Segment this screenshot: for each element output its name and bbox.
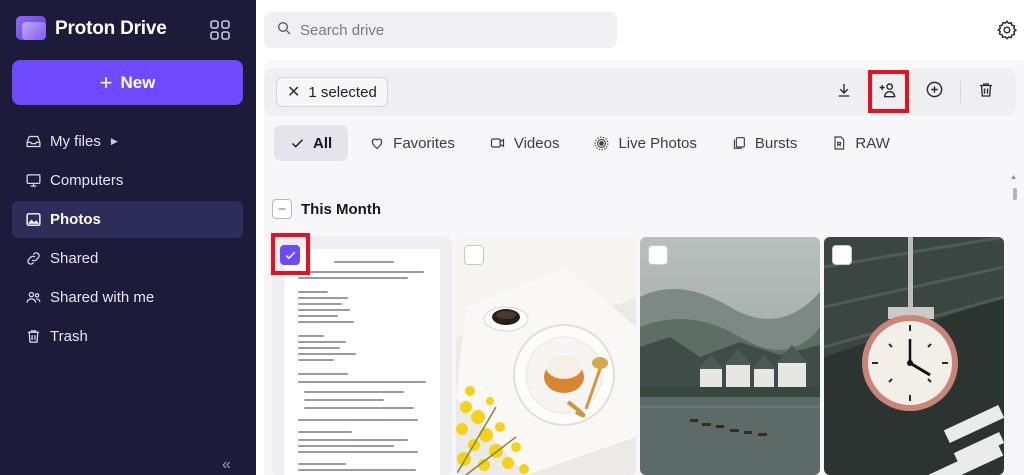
- tab-raw[interactable]: RAW: [818, 125, 902, 161]
- raw-icon: [831, 135, 847, 151]
- sidebar-item-label: Shared with me: [50, 289, 155, 306]
- lake-photo: [640, 237, 820, 475]
- search-input[interactable]: [300, 21, 600, 39]
- photos-panel: ✕ 1 selected All Favorites Videos Live P…: [264, 60, 1024, 475]
- new-button[interactable]: + New: [12, 60, 243, 105]
- brand-name: Proton Drive: [55, 18, 167, 39]
- tab-label: Favorites: [393, 134, 455, 152]
- live-photo-icon: [593, 135, 610, 152]
- tab-label: Videos: [513, 134, 560, 152]
- section-header: This Month: [272, 199, 381, 219]
- download-button[interactable]: [828, 77, 860, 107]
- video-icon: [489, 135, 506, 151]
- bursts-icon: [731, 135, 747, 151]
- clock-photo: [824, 237, 1004, 475]
- sidebar-item-label: Photos: [50, 211, 101, 228]
- selection-count: 1 selected: [308, 83, 377, 101]
- selection-toolbar: ✕ 1 selected: [264, 69, 1016, 115]
- trash-icon: [24, 328, 42, 346]
- sidebar-item-computers[interactable]: Computers: [12, 162, 243, 199]
- delete-button[interactable]: [970, 77, 1002, 107]
- section-title: This Month: [301, 200, 381, 218]
- photo-tile-lake[interactable]: [640, 237, 820, 475]
- add-circle-icon: [925, 80, 944, 104]
- new-button-label: New: [120, 72, 156, 92]
- photo-select-checkbox[interactable]: [832, 245, 852, 265]
- gear-icon[interactable]: [996, 19, 1018, 41]
- collapse-sidebar-icon[interactable]: «: [222, 456, 231, 474]
- heart-icon: [369, 135, 385, 151]
- sidebar-item-label: Shared: [50, 250, 99, 267]
- toolbar-divider: [960, 81, 961, 103]
- link-icon: [24, 250, 42, 268]
- search-bar[interactable]: [264, 12, 617, 48]
- sidebar-item-photos[interactable]: Photos: [12, 201, 243, 238]
- tab-all[interactable]: All: [274, 125, 349, 161]
- highlight-box: [271, 233, 310, 275]
- scroll-up-arrow[interactable]: ▲: [1010, 174, 1017, 181]
- filter-tabs: All Favorites Videos Live Photos Bursts …: [274, 125, 911, 161]
- close-icon: ✕: [287, 84, 301, 101]
- check-icon: [290, 136, 305, 151]
- inbox-icon: [24, 133, 42, 151]
- image-icon: [24, 211, 42, 229]
- coffee-photo: [456, 237, 636, 475]
- brand[interactable]: Proton Drive: [16, 16, 167, 42]
- sidebar: Proton Drive + New My files ▶ Computers: [0, 0, 256, 475]
- photo-select-checkbox[interactable]: [648, 245, 668, 265]
- tab-label: Bursts: [754, 134, 798, 152]
- proton-drive-logo: [16, 16, 46, 42]
- tab-videos[interactable]: Videos: [476, 125, 573, 161]
- monitor-icon: [24, 172, 42, 190]
- tab-favorites[interactable]: Favorites: [356, 125, 468, 161]
- highlight-box: [868, 70, 909, 113]
- tab-bursts[interactable]: Bursts: [718, 125, 811, 161]
- tab-live-photos[interactable]: Live Photos: [580, 125, 709, 161]
- select-month-checkbox[interactable]: [272, 199, 292, 219]
- sidebar-item-label: Computers: [50, 172, 124, 189]
- document-thumbnail: [284, 249, 440, 475]
- users-icon: [24, 289, 42, 307]
- tab-label: All: [313, 134, 333, 152]
- clear-selection-button[interactable]: ✕ 1 selected: [276, 77, 388, 107]
- sidebar-item-label: My files: [50, 133, 101, 150]
- main-area: ✕ 1 selected: [256, 0, 1024, 475]
- tab-label: RAW: [855, 134, 890, 152]
- sidebar-item-shared-with-me[interactable]: Shared with me: [12, 279, 243, 316]
- tab-label: Live Photos: [618, 134, 697, 152]
- add-to-album-button[interactable]: [918, 77, 950, 107]
- sidebar-item-my-files[interactable]: My files ▶: [12, 123, 243, 160]
- search-icon: [276, 20, 292, 41]
- photo-select-checkbox[interactable]: [464, 245, 484, 265]
- trash-icon: [977, 81, 995, 104]
- plus-icon: +: [99, 69, 113, 95]
- download-icon: [835, 81, 853, 104]
- sidebar-nav: My files ▶ Computers Photos Shared Share…: [12, 123, 243, 357]
- sidebar-item-trash[interactable]: Trash: [12, 318, 243, 355]
- apps-grid-icon[interactable]: [208, 18, 232, 42]
- photo-tile-coffee[interactable]: [456, 237, 636, 475]
- sidebar-item-label: Trash: [50, 328, 88, 345]
- scrollbar-thumb[interactable]: [1013, 188, 1017, 200]
- caret-right-icon[interactable]: ▶: [111, 136, 118, 147]
- sidebar-item-shared[interactable]: Shared: [12, 240, 243, 277]
- photo-tile-clock[interactable]: [824, 237, 1004, 475]
